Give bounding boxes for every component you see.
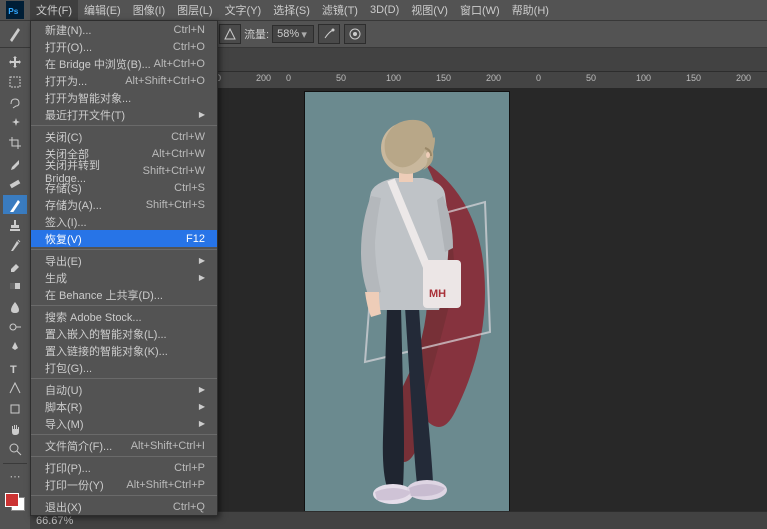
current-tool-icon[interactable] (4, 23, 28, 45)
document-canvas[interactable]: MH (305, 92, 509, 512)
menu-separator (31, 456, 217, 457)
gradient-tool[interactable] (3, 276, 27, 295)
tools-panel: T ⋯ (0, 48, 30, 511)
history-brush-tool[interactable] (3, 236, 27, 255)
file-menu-dropdown: 新建(N)...Ctrl+N打开(O)...Ctrl+O在 Bridge 中浏览… (30, 20, 218, 516)
menubar: Ps 文件(F)编辑(E)图像(I)图层(L)文字(Y)选择(S)滤镜(T)3D… (0, 0, 767, 20)
opacity-pressure-icon[interactable] (219, 24, 241, 44)
ruler-mark: 100 (386, 73, 401, 83)
wand-tool[interactable] (3, 113, 27, 132)
menu-1[interactable]: 编辑(E) (78, 0, 127, 20)
type-tool[interactable]: T (3, 358, 27, 377)
menu-separator (31, 434, 217, 435)
foreground-color[interactable] (5, 493, 19, 507)
menu-10[interactable]: 帮助(H) (506, 0, 555, 20)
size-pressure-icon[interactable] (344, 24, 366, 44)
menu-separator (31, 125, 217, 126)
svg-text:Ps: Ps (8, 7, 19, 16)
menu-item[interactable]: 生成▶ (31, 269, 217, 286)
menu-item[interactable]: 导出(E)▶ (31, 252, 217, 269)
menu-item[interactable]: 搜索 Adobe Stock... (31, 308, 217, 325)
menu-item[interactable]: 在 Behance 上共享(D)... (31, 286, 217, 303)
ruler-mark: 0 (286, 73, 291, 83)
menu-item[interactable]: 导入(M)▶ (31, 415, 217, 432)
ruler-mark: 150 (436, 73, 451, 83)
menu-item[interactable]: 打印一份(Y)Alt+Shift+Ctrl+P (31, 476, 217, 493)
ruler-mark: 200 (736, 73, 751, 83)
menu-item[interactable]: 退出(X)Ctrl+Q (31, 498, 217, 515)
menu-item[interactable]: 最近打开文件(T)▶ (31, 106, 217, 123)
crop-tool[interactable] (3, 134, 27, 153)
menu-item[interactable]: 恢复(V)F12 (31, 230, 217, 247)
ruler-mark: 100 (636, 73, 651, 83)
dodge-tool[interactable] (3, 317, 27, 336)
pen-tool[interactable] (3, 338, 27, 357)
menu-item[interactable]: 自动(U)▶ (31, 381, 217, 398)
color-swatch[interactable] (5, 493, 25, 511)
ruler-mark: 50 (586, 73, 596, 83)
eyedropper-tool[interactable] (3, 154, 27, 173)
zoom-status[interactable]: 66.67% (36, 515, 73, 527)
svg-text:MH: MH (429, 288, 446, 300)
ruler-mark: 150 (686, 73, 701, 83)
menu-6[interactable]: 滤镜(T) (316, 0, 364, 20)
menu-2[interactable]: 图像(I) (127, 0, 171, 20)
app-logo: Ps (0, 0, 30, 20)
menu-item[interactable]: 脚本(R)▶ (31, 398, 217, 415)
ruler-mark: 50 (336, 73, 346, 83)
marquee-tool[interactable] (3, 72, 27, 91)
hand-tool[interactable] (3, 419, 27, 438)
shape-tool[interactable] (3, 399, 27, 418)
lasso-tool[interactable] (3, 93, 27, 112)
zoom-tool[interactable] (3, 440, 27, 459)
menu-item[interactable]: 打印(P)...Ctrl+P (31, 459, 217, 476)
flow-input[interactable]: 58%▾ (272, 25, 314, 43)
menu-item[interactable]: 签入(I)... (31, 213, 217, 230)
menu-3[interactable]: 图层(L) (171, 0, 218, 20)
menu-item[interactable]: 新建(N)...Ctrl+N (31, 21, 217, 38)
edit-toolbar[interactable]: ⋯ (3, 467, 27, 486)
menu-item[interactable]: 存储为(A)...Shift+Ctrl+S (31, 196, 217, 213)
brush-tool[interactable] (3, 195, 27, 214)
eraser-tool[interactable] (3, 256, 27, 275)
menu-item[interactable]: 关闭(C)Ctrl+W (31, 128, 217, 145)
menu-8[interactable]: 视图(V) (405, 0, 454, 20)
ruler-mark: 200 (486, 73, 501, 83)
menu-item[interactable]: 打开为智能对象... (31, 89, 217, 106)
menu-4[interactable]: 文字(Y) (219, 0, 268, 20)
ruler-mark: 200 (256, 73, 271, 83)
menu-item[interactable]: 关闭并转到 Bridge...Shift+Ctrl+W (31, 162, 217, 179)
menu-9[interactable]: 窗口(W) (454, 0, 506, 20)
stamp-tool[interactable] (3, 215, 27, 234)
airbrush-icon[interactable] (318, 24, 340, 44)
menu-item[interactable]: 置入嵌入的智能对象(L)... (31, 325, 217, 342)
menu-separator (31, 249, 217, 250)
menu-item[interactable]: 文件简介(F)...Alt+Shift+Ctrl+I (31, 437, 217, 454)
menu-separator (31, 305, 217, 306)
menu-item[interactable]: 打开为...Alt+Shift+Ctrl+O (31, 72, 217, 89)
move-tool[interactable] (3, 52, 27, 71)
ruler-mark: 0 (536, 73, 541, 83)
menu-0[interactable]: 文件(F) (30, 0, 78, 20)
menu-separator (31, 378, 217, 379)
svg-text:T: T (10, 364, 17, 375)
heal-tool[interactable] (3, 174, 27, 193)
menu-separator (31, 495, 217, 496)
menu-item[interactable]: 打开(O)...Ctrl+O (31, 38, 217, 55)
menu-item[interactable]: 置入链接的智能对象(K)... (31, 342, 217, 359)
menu-5[interactable]: 选择(S) (267, 0, 316, 20)
blur-tool[interactable] (3, 297, 27, 316)
menu-7[interactable]: 3D(D) (364, 0, 405, 20)
menu-item[interactable]: 打包(G)... (31, 359, 217, 376)
path-tool[interactable] (3, 379, 27, 398)
menu-item[interactable]: 在 Bridge 中浏览(B)...Alt+Ctrl+O (31, 55, 217, 72)
flow-label: 流量: (244, 26, 269, 42)
